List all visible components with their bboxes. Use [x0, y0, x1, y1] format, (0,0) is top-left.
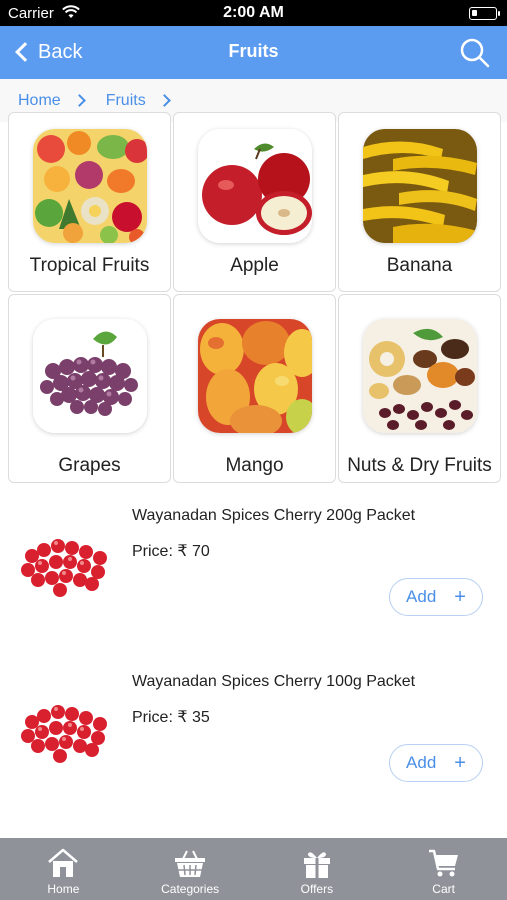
cherry-product-image [21, 539, 107, 597]
tropical-fruits-image [32, 129, 147, 243]
category-banana[interactable]: Banana [338, 112, 501, 292]
cherry-product-image [21, 705, 107, 763]
tab-bar: Home Categories Offers Cart [0, 838, 507, 900]
plus-icon: + [454, 751, 466, 774]
product-item[interactable]: Wayanadan Spices Cherry 100g Packet Pric… [0, 656, 507, 816]
category-grapes[interactable]: Grapes [8, 294, 171, 483]
chevron-left-icon [15, 42, 35, 62]
tab-offers[interactable]: Offers [254, 838, 381, 900]
apple-image [197, 129, 312, 243]
tab-label: Categories [161, 882, 220, 896]
chevron-right-icon [72, 94, 86, 107]
category-mango[interactable]: Mango [173, 294, 336, 483]
cart-icon [428, 849, 458, 877]
category-label: Tropical Fruits [29, 255, 150, 276]
tab-label: Home [47, 882, 80, 896]
plus-icon: + [454, 585, 466, 608]
clock: 2:00 AM [223, 4, 284, 21]
nuts-dry-fruits-image [362, 319, 477, 433]
product-name: Wayanadan Spices Cherry 200g Packet [132, 507, 416, 524]
tab-home[interactable]: Home [0, 838, 127, 900]
breadcrumb-label: Home [18, 91, 61, 109]
product-item[interactable]: Wayanadan Spices Cherry 200g Packet Pric… [0, 490, 507, 650]
tab-label: Cart [432, 882, 455, 896]
category-label: Nuts & Dry Fruits [347, 455, 492, 476]
back-button[interactable]: Back [10, 37, 82, 67]
breadcrumb-home[interactable]: Home [18, 91, 86, 110]
category-apple[interactable]: Apple [173, 112, 336, 292]
category-label: Grapes [58, 455, 121, 476]
product-price: Price: ₹ 35 [132, 709, 210, 726]
grapes-image [32, 319, 147, 433]
category-nuts-dry-fruits[interactable]: Nuts & Dry Fruits [338, 294, 501, 483]
home-icon [48, 848, 79, 877]
gift-icon [303, 852, 330, 878]
navigation-bar: Back Fruits [0, 26, 507, 79]
add-to-cart-button[interactable]: Add + [389, 744, 483, 782]
add-to-cart-button[interactable]: Add + [389, 578, 483, 616]
add-label: Add [406, 587, 437, 606]
add-label: Add [406, 753, 437, 772]
mango-image [197, 319, 312, 433]
category-label: Banana [386, 255, 453, 276]
status-bar: Carrier 2:00 AM [0, 0, 507, 26]
battery-icon [469, 7, 500, 20]
breadcrumb-label: Fruits [105, 91, 146, 109]
search-icon[interactable] [459, 37, 491, 69]
category-label: Mango [225, 455, 284, 476]
product-name: Wayanadan Spices Cherry 100g Packet [132, 673, 416, 690]
basket-icon [175, 850, 206, 877]
tab-categories[interactable]: Categories [127, 838, 254, 900]
banana-image [362, 129, 477, 243]
chevron-right-icon [157, 94, 171, 107]
tab-label: Offers [300, 882, 334, 896]
back-label: Back [38, 40, 83, 63]
category-label: Apple [230, 255, 279, 276]
product-price: Price: ₹ 70 [132, 543, 210, 560]
category-tropical-fruits[interactable]: Tropical Fruits [8, 112, 171, 292]
breadcrumb-fruits[interactable]: Fruits [105, 91, 171, 110]
tab-cart[interactable]: Cart [380, 838, 507, 900]
